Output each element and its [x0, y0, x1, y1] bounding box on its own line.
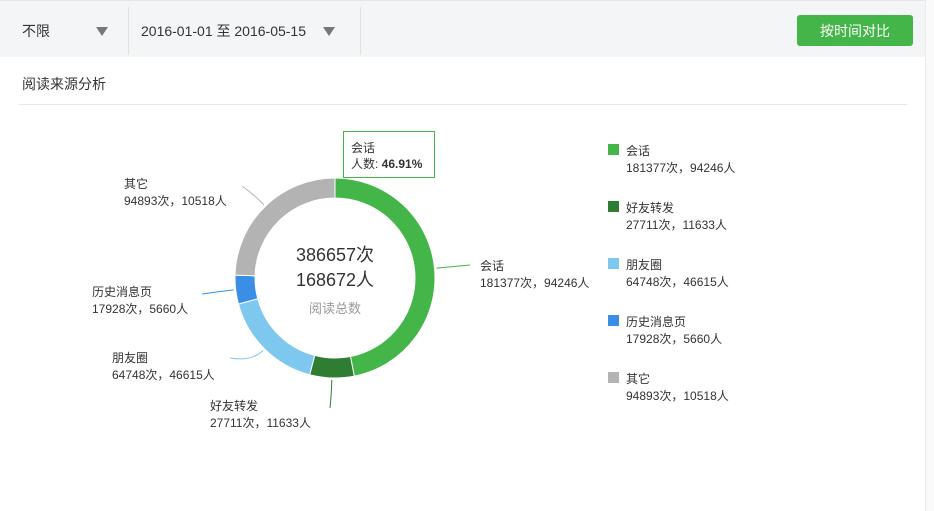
- slice-label-name: 朋友圈: [112, 351, 148, 365]
- leader-line: [201, 289, 234, 295]
- legend-swatch: [608, 372, 619, 383]
- slice-label-stat: 181377次，94246人: [480, 276, 589, 290]
- center-total-reads: 386657次: [296, 245, 374, 265]
- read-source-donut-chart: 会话 181377次，94246人好友转发 27711次，11633人 朋友圈 6474…: [92, 176, 589, 430]
- slice-label-stat: 17928次，5660人: [92, 302, 188, 316]
- legend-stat: 27711次，11633人: [626, 218, 727, 232]
- tooltip-value-line: 人数: 46.91%: [351, 156, 434, 172]
- tooltip-series-name: 会话: [351, 141, 376, 155]
- slice-label-name: 其它: [124, 176, 148, 191]
- legend-name: 会话: [626, 144, 651, 158]
- donut-slice[interactable]: [237, 298, 316, 376]
- slice-label-stat: 94893次，10518人: [124, 194, 227, 208]
- legend-name: 其它: [626, 372, 651, 386]
- legend-name: 好友转发: [626, 201, 675, 215]
- legend-stat: 64748次，46615人: [626, 275, 729, 289]
- donut-slice[interactable]: [309, 354, 355, 379]
- legend-swatch: [608, 144, 619, 155]
- legend-swatch: [608, 315, 619, 326]
- leader-line: [329, 379, 333, 409]
- legend-stat: 17928次，5660人: [626, 332, 723, 346]
- center-total-users: 168672人: [296, 270, 374, 290]
- legend-swatch: [608, 201, 619, 212]
- legend-name: 朋友圈: [626, 258, 663, 272]
- chart-tooltip: 会话 人数: 46.91%: [343, 131, 435, 178]
- leader-line: [229, 350, 264, 360]
- slice-label-stat: 27711次，11633人: [210, 416, 311, 430]
- tooltip-label: 人数:: [351, 157, 382, 171]
- leader-line: [241, 185, 265, 206]
- legend-stat: 181377次，94246人: [626, 161, 736, 175]
- leader-line: [436, 264, 471, 269]
- slice-label-stat: 64748次，46615人: [112, 368, 215, 382]
- center-caption: 阅读总数: [309, 301, 361, 316]
- slice-label-name: 好友转发: [210, 398, 258, 413]
- donut-slice[interactable]: [234, 274, 259, 305]
- legend-name: 历史消息页: [626, 315, 687, 329]
- legend-swatch: [608, 258, 619, 269]
- slice-label-name: 会话: [480, 259, 504, 273]
- legend-stat: 94893次，10518人: [626, 389, 729, 403]
- slice-label-name: 历史消息页: [92, 284, 152, 299]
- tooltip-value: 46.91%: [381, 157, 423, 171]
